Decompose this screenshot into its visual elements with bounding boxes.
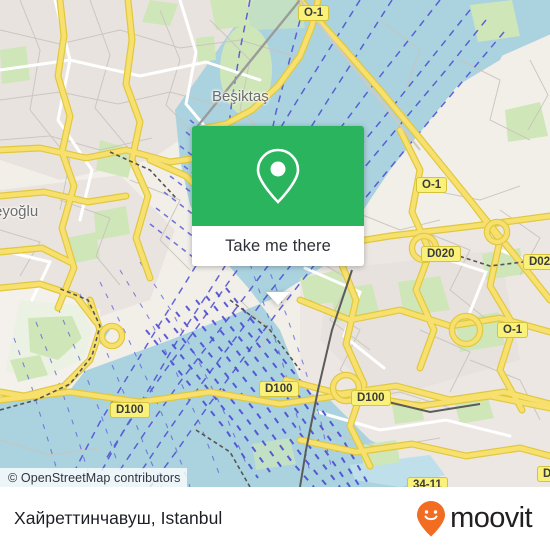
road-shield-d100-mid: D100 — [259, 381, 299, 397]
footer-bar: Хайреттинчавуш, Istanbul moovit — [0, 487, 550, 550]
road-shield-34-11: 34-11 — [407, 477, 448, 487]
take-me-there-button[interactable]: Take me there — [192, 226, 364, 266]
take-me-there-label: Take me there — [225, 236, 331, 255]
take-me-there-callout[interactable]: Take me there — [192, 126, 364, 305]
map-pin-icon — [256, 148, 300, 204]
map-label-besiktas: Beşiktaş — [212, 88, 269, 105]
moovit-logo[interactable]: moovit — [416, 500, 533, 538]
road-shield-d020-east: D020 — [523, 254, 550, 270]
map-label-beyoglu: eyoğlu — [0, 203, 39, 220]
callout-tail — [266, 292, 290, 305]
osm-attribution[interactable]: © OpenStreetMap contributors — [0, 468, 187, 487]
moovit-wordmark: moovit — [450, 502, 532, 534]
road-shield-o1-southeast: O-1 — [497, 322, 529, 338]
road-shield-o1-east: O-1 — [416, 177, 448, 193]
callout-icon-area — [192, 126, 364, 226]
moovit-pin-smiley-icon — [417, 500, 446, 536]
road-shield-d100-east: D100 — [351, 390, 391, 406]
road-shield-d1-corner: D1 — [537, 466, 550, 482]
location-title: Хайреттинчавуш, Istanbul — [14, 508, 223, 528]
road-shield-o1-north: O-1 — [298, 5, 330, 21]
road-shield-d100-west: D100 — [110, 402, 150, 418]
road-shield-d020: D020 — [421, 246, 461, 262]
osm-attribution-text: © OpenStreetMap contributors — [8, 470, 181, 485]
map-screenshot: Beşiktaş eyoğlu O-1 O-1 O-1 D020 D020 D1… — [0, 0, 550, 550]
